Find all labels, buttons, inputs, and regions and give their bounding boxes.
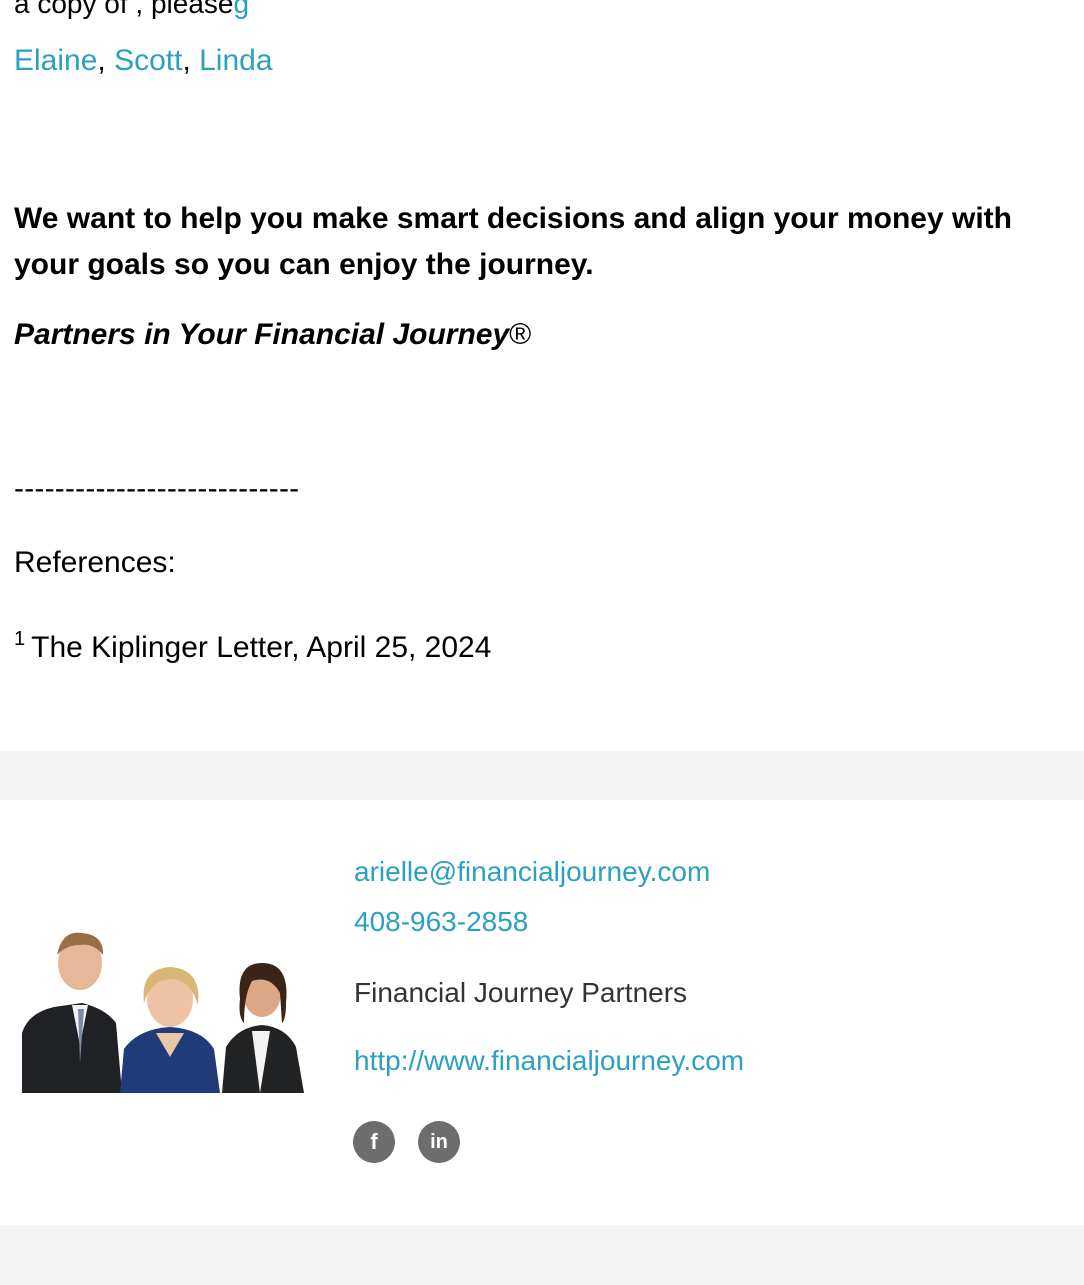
reference-number: 1 (14, 628, 26, 650)
signer-link-elaine[interactable]: Elaine (14, 44, 97, 77)
partial-text: a copy of , please (14, 0, 234, 19)
name-separator: , (97, 44, 115, 77)
footer-phone[interactable]: 408-963-2858 (354, 906, 528, 938)
name-separator: , (182, 44, 200, 77)
divider-line: ---------------------------- (14, 472, 300, 505)
registered-mark: ® (509, 318, 532, 351)
footer-band-bottom (0, 1225, 1084, 1285)
tagline-text: Partners in Your Financial Journey (14, 318, 510, 351)
signature-names: Elaine, Scott, Linda (14, 44, 273, 78)
footer-website[interactable]: http://www.financialjourney.com (354, 1045, 744, 1077)
footer-company: Financial Journey Partners (354, 977, 688, 1008)
partial-link[interactable]: g (233, 0, 249, 19)
footer-band-top (0, 751, 1084, 800)
mission-statement: We want to help you make smart decisions… (14, 202, 1012, 281)
email-body: a copy of , pleaseg Elaine, Scott, Linda… (0, 0, 1084, 1285)
tagline: Partners in Your Financial Journey® (14, 318, 531, 352)
footer-email[interactable]: arielle@financialjourney.com (354, 856, 710, 888)
reference-item: 1 The Kiplinger Letter, April 25, 2024 (14, 628, 491, 665)
partial-text-line: a copy of , pleaseg (14, 0, 249, 20)
signer-link-scott[interactable]: Scott (114, 44, 182, 77)
references-label: References: (14, 546, 176, 579)
team-photo (22, 932, 304, 1093)
signer-link-linda[interactable]: Linda (199, 44, 272, 77)
linkedin-icon[interactable]: in (418, 1121, 460, 1163)
facebook-icon[interactable]: f (353, 1121, 395, 1163)
reference-text: The Kiplinger Letter, April 25, 2024 (31, 631, 492, 664)
